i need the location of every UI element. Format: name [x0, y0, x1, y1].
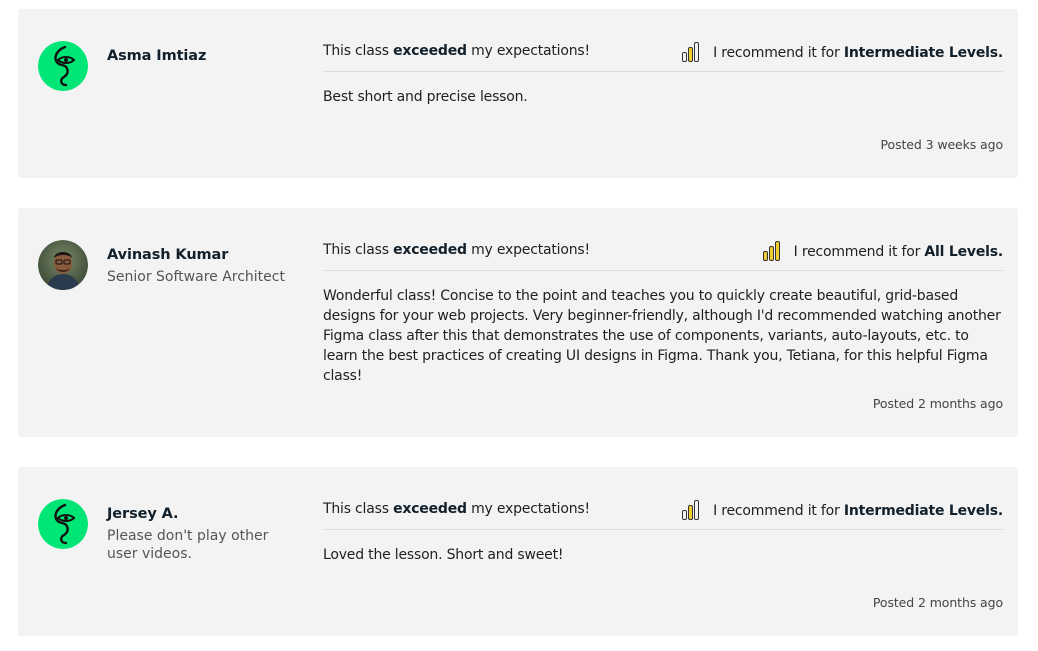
- review-card: Asma Imtiaz This class exceeded my expec…: [18, 9, 1018, 178]
- review-card: Jersey A. Please don't play other user v…: [18, 467, 1018, 636]
- posted-date: Posted 2 months ago: [872, 595, 1003, 610]
- avatar[interactable]: [38, 41, 88, 91]
- expectation-text: This class exceeded my expectations!: [323, 501, 590, 517]
- avatar[interactable]: [38, 499, 88, 549]
- recommendation: I recommend it for Intermediate Levels.: [682, 42, 1003, 62]
- review-text: Loved the lesson. Short and sweet!: [323, 547, 564, 563]
- green-face-avatar-icon: [38, 41, 88, 91]
- reviewer-name[interactable]: Jersey A.: [107, 505, 297, 523]
- reviewer-name[interactable]: Asma Imtiaz: [107, 47, 297, 65]
- level-bars-icon: [762, 241, 780, 261]
- green-face-avatar-icon: [38, 499, 88, 549]
- review-card: Avinash Kumar Senior Software Architect …: [18, 208, 1018, 437]
- recommendation: I recommend it for All Levels.: [762, 241, 1003, 261]
- review-text: Wonderful class! Concise to the point an…: [323, 288, 1001, 384]
- reviewer-subtitle: Senior Software Architect: [107, 269, 285, 285]
- expectation-text: This class exceeded my expectations!: [323, 43, 590, 59]
- avatar[interactable]: [38, 240, 88, 290]
- posted-date: Posted 2 months ago: [872, 396, 1003, 411]
- expectation-text: This class exceeded my expectations!: [323, 242, 590, 258]
- review-text: Best short and precise lesson.: [323, 89, 528, 105]
- level-bars-icon: [682, 42, 700, 62]
- recommendation: I recommend it for Intermediate Levels.: [682, 500, 1003, 520]
- user-photo-icon: [38, 240, 88, 290]
- reviewer-name[interactable]: Avinash Kumar: [107, 246, 297, 264]
- level-bars-icon: [682, 500, 700, 520]
- posted-date: Posted 3 weeks ago: [880, 137, 1004, 152]
- reviewer-subtitle: Please don't play other user videos.: [107, 528, 269, 562]
